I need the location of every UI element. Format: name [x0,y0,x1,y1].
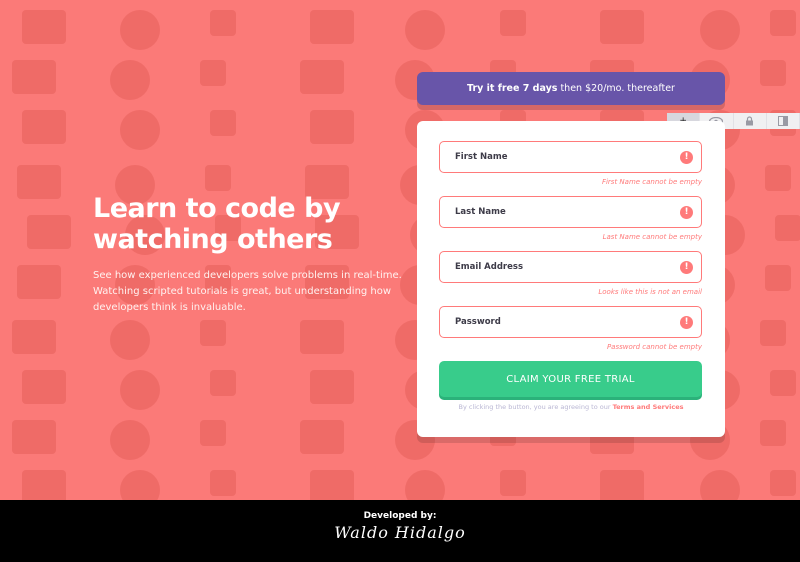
background-tile [17,265,61,299]
background-tile [405,470,445,500]
error-icon: ! [680,316,693,329]
first-name-input[interactable] [440,142,701,172]
developed-by-label: Developed by: [363,511,437,521]
background-tile [17,165,61,199]
background-tile [300,60,344,94]
background-tile [210,10,236,36]
background-tile [405,10,445,50]
background-tile [210,110,236,136]
background-tile [770,470,796,496]
background-tile [760,320,786,346]
hero-description: See how experienced developers solve pro… [93,270,402,313]
signup-form-card: ! First Name cannot be empty ! Last Name… [417,121,725,437]
promo-banner: Try it free 7 days then $20/mo. thereaft… [417,72,725,105]
background-tile [110,60,150,100]
background-tile [22,370,66,404]
hero-section: Learn to code by watching others See how… [93,193,413,316]
last-name-field: ! [439,196,702,228]
background-tile [27,215,71,249]
background-tile [770,370,796,396]
background-tile [765,265,791,291]
email-field: ! [439,251,702,283]
promo-rest: then $20/mo. thereafter [557,83,675,94]
background-tile [110,320,150,360]
background-tile [12,420,56,454]
hero-title: Learn to code by watching others [93,193,413,255]
terms-link[interactable]: Terms and Services [613,403,684,411]
background-tile [700,470,740,500]
error-icon: ! [680,206,693,219]
background-tile [300,320,344,354]
background-tile [210,370,236,396]
error-icon: ! [680,261,693,274]
background-tile [22,10,66,44]
background-tile [770,10,796,36]
background-tile [120,470,160,500]
terms-prefix: By clicking the button, you are agreeing… [458,403,613,411]
email-input[interactable] [440,252,701,282]
developer-signature: Waldo Hidalgo [334,523,466,542]
claim-free-trial-button[interactable]: CLAIM YOUR FREE TRIAL [439,361,702,397]
background-tile [500,10,526,36]
background-tile [120,110,160,150]
first-name-error: First Name cannot be empty [601,178,702,186]
background-tile [760,60,786,86]
background-tile [12,60,56,94]
password-error: Password cannot be empty [606,343,702,351]
background-tile [22,470,66,500]
background-tile [765,165,791,191]
terms-notice: By clicking the button, you are agreeing… [417,403,725,411]
background-tile [775,215,800,241]
password-field: ! [439,306,702,338]
background-tile [12,320,56,354]
promo-bold: Try it free 7 days [467,83,558,94]
hero-title-line1: Learn to code by [93,193,341,224]
background-tile [22,110,66,144]
background-tile [760,420,786,446]
background-tile [120,370,160,410]
first-name-field: ! [439,141,702,173]
background-tile [200,320,226,346]
background-tile [120,10,160,50]
background-tile [310,10,354,44]
background-tile [210,470,236,496]
email-error: Looks like this is not an email [598,288,702,296]
background-tile [200,420,226,446]
background-tile [205,165,231,191]
background-tile [600,10,644,44]
background-tile [300,420,344,454]
last-name-error: Last Name cannot be empty [602,233,702,241]
background-tile [700,10,740,50]
password-input[interactable] [440,307,701,337]
background-tile [500,470,526,496]
background-tile [600,470,644,500]
background-tile [200,60,226,86]
panel-icon[interactable] [767,113,800,129]
background-tile [310,110,354,144]
background-tile [310,370,354,404]
lock-icon[interactable] [734,113,767,129]
footer: Developed by: Waldo Hidalgo [0,500,800,562]
last-name-input[interactable] [440,197,701,227]
background-tile [110,420,150,460]
hero-title-line2: watching others [93,224,333,255]
error-icon: ! [680,151,693,164]
background-tile [310,470,354,500]
